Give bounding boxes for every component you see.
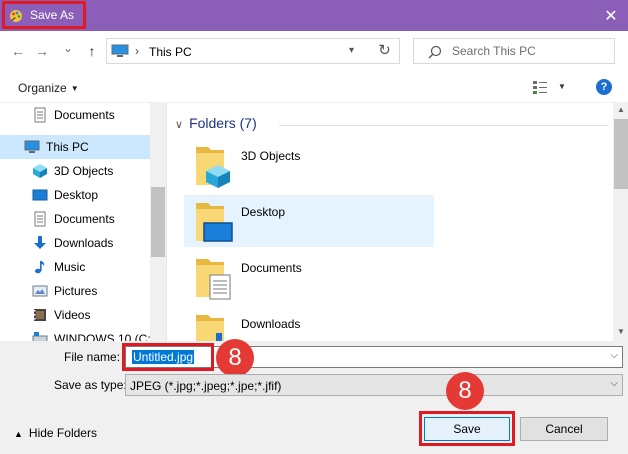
videos-icon bbox=[34, 309, 46, 321]
forward-button[interactable]: → bbox=[34, 43, 50, 59]
downloads-folder-icon bbox=[196, 315, 224, 341]
computer-icon bbox=[111, 44, 129, 57]
file-name-label: File name: bbox=[64, 350, 121, 364]
cancel-button[interactable]: Cancel bbox=[520, 417, 608, 441]
title-bar: Save As ✕ bbox=[0, 0, 628, 31]
save-type-label: Save as type: bbox=[54, 378, 127, 392]
sidebar-item-label: Music bbox=[54, 260, 86, 274]
music-icon bbox=[35, 261, 45, 274]
group-title: Folders (7) bbox=[189, 115, 257, 131]
file-list-scrollbar[interactable]: ▲ ▼ bbox=[613, 103, 628, 341]
refresh-button[interactable]: ↻ bbox=[370, 38, 400, 64]
chevron-down-icon: ∨ bbox=[175, 119, 184, 131]
folder-label: Downloads bbox=[241, 317, 301, 331]
view-options-icon[interactable] bbox=[532, 80, 548, 94]
recent-locations-button[interactable]: ⌄ bbox=[60, 40, 76, 56]
computer-icon bbox=[24, 140, 40, 153]
step-badge: 8 bbox=[216, 339, 254, 377]
navigation-pane-scrollbar[interactable] bbox=[150, 103, 166, 341]
back-button[interactable]: ← bbox=[10, 43, 26, 59]
sidebar-item-label: Documents bbox=[54, 212, 115, 226]
organize-menu[interactable]: Organize ▼ bbox=[18, 81, 79, 95]
sidebar-item-label: Documents bbox=[54, 108, 115, 122]
address-separator: › bbox=[135, 44, 139, 58]
folder-label: Desktop bbox=[241, 205, 286, 219]
sidebar-item-music[interactable]: Music bbox=[0, 255, 150, 279]
3d-objects-icon bbox=[33, 164, 47, 178]
up-arrow-icon: ↑ bbox=[88, 43, 96, 59]
search-input[interactable] bbox=[452, 42, 612, 60]
documents-folder-icon bbox=[196, 259, 231, 300]
hide-folders-button[interactable]: ▲ Hide Folders bbox=[14, 426, 97, 440]
folder-label: Documents bbox=[241, 261, 302, 275]
group-divider bbox=[279, 125, 609, 126]
sidebar-item-pictures[interactable]: Pictures bbox=[0, 279, 150, 303]
pictures-icon bbox=[32, 285, 48, 297]
drive-icon bbox=[32, 332, 48, 341]
sidebar-item-label: Desktop bbox=[54, 188, 99, 202]
sidebar-item-videos[interactable]: Videos bbox=[0, 303, 150, 327]
sidebar-item-desktop[interactable]: Desktop bbox=[0, 183, 150, 207]
scroll-up-icon[interactable]: ▲ bbox=[613, 105, 628, 114]
folder-item-desktop[interactable]: Desktop bbox=[184, 195, 434, 247]
address-bar[interactable]: › This PC ▾ bbox=[106, 38, 371, 64]
forward-arrow-icon: → bbox=[35, 43, 49, 59]
sidebar-item-documents[interactable]: Documents bbox=[0, 103, 150, 127]
help-button[interactable]: ? bbox=[596, 79, 612, 95]
search-icon bbox=[428, 45, 442, 59]
3d-objects-folder-icon bbox=[196, 147, 230, 188]
folder-item-documents[interactable]: Documents bbox=[184, 251, 434, 303]
navigation-bar: ← → ⌄ ↑ › This PC ▾ ↻ bbox=[0, 31, 628, 71]
command-toolbar: Organize ▼ ▼ ? bbox=[0, 71, 628, 103]
folder-item-downloads[interactable]: Downloads bbox=[184, 307, 434, 341]
sidebar-item-3d-objects[interactable]: 3D Objects bbox=[0, 159, 150, 183]
sidebar-item-label: Pictures bbox=[54, 284, 98, 298]
scroll-down-icon[interactable]: ▼ bbox=[613, 327, 628, 336]
save-form: File name: Untitled.jpg ⌵ 8 Save as type… bbox=[0, 339, 628, 454]
chevron-down-icon[interactable]: ⌵ bbox=[610, 378, 618, 389]
back-arrow-icon: ← bbox=[11, 43, 25, 59]
folders-group-header[interactable]: ∨ Folders (7) bbox=[175, 115, 609, 131]
close-icon: ✕ bbox=[604, 7, 618, 25]
save-button-highlight-box bbox=[419, 411, 515, 446]
chevron-down-icon: ⌄ bbox=[62, 41, 74, 55]
view-options-caret-icon[interactable]: ▼ bbox=[558, 82, 566, 91]
refresh-icon: ↻ bbox=[378, 42, 391, 59]
sidebar-item-this-pc[interactable]: This PC bbox=[0, 135, 150, 159]
sidebar-item-downloads[interactable]: Downloads bbox=[0, 231, 150, 255]
close-button[interactable]: ✕ bbox=[594, 0, 628, 31]
sidebar-item-label: This PC bbox=[46, 140, 89, 154]
up-button[interactable]: ↑ bbox=[84, 43, 100, 59]
desktop-icon bbox=[32, 189, 48, 201]
sidebar-item-windows-drive[interactable]: WINDOWS 10 (C:) bbox=[0, 327, 155, 341]
title-highlight-box bbox=[2, 1, 86, 29]
sidebar-item-label: WINDOWS 10 (C:) bbox=[54, 332, 155, 341]
desktop-folder-icon bbox=[196, 203, 233, 242]
chevron-down-icon[interactable]: ▾ bbox=[349, 45, 354, 56]
search-box[interactable] bbox=[413, 38, 615, 64]
save-type-value: JPEG (*.jpg;*.jpeg;*.jpe;*.jfif) bbox=[130, 379, 282, 393]
sidebar-item-label: 3D Objects bbox=[54, 164, 114, 178]
folder-item-3d-objects[interactable]: 3D Objects bbox=[184, 139, 434, 191]
scrollbar-thumb[interactable] bbox=[151, 187, 165, 257]
caret-up-icon: ▲ bbox=[14, 429, 23, 439]
scrollbar-thumb[interactable] bbox=[614, 119, 628, 189]
chevron-down-icon[interactable]: ⌵ bbox=[610, 350, 618, 361]
documents-icon bbox=[34, 211, 46, 227]
documents-icon bbox=[34, 107, 46, 123]
sidebar-item-label: Videos bbox=[54, 308, 91, 322]
organize-label: Organize bbox=[18, 81, 67, 95]
hide-folders-label: Hide Folders bbox=[28, 426, 97, 440]
file-name-highlight-box bbox=[122, 343, 214, 371]
navigation-pane: Documents This PC 3D Objects Desktop Doc… bbox=[0, 103, 166, 341]
save-type-select[interactable]: JPEG (*.jpg;*.jpeg;*.jpe;*.jfif) ⌵ bbox=[125, 374, 623, 396]
step-badge: 8 bbox=[446, 372, 484, 410]
folder-label: 3D Objects bbox=[241, 149, 301, 163]
file-list-pane: ∨ Folders (7) 3D Objects Desktop Documen… bbox=[166, 103, 628, 341]
sidebar-item-documents-2[interactable]: Documents bbox=[0, 207, 150, 231]
download-icon bbox=[34, 236, 46, 249]
address-path[interactable]: This PC bbox=[149, 45, 192, 59]
sidebar-item-label: Downloads bbox=[54, 236, 114, 250]
caret-down-icon: ▼ bbox=[70, 84, 79, 94]
